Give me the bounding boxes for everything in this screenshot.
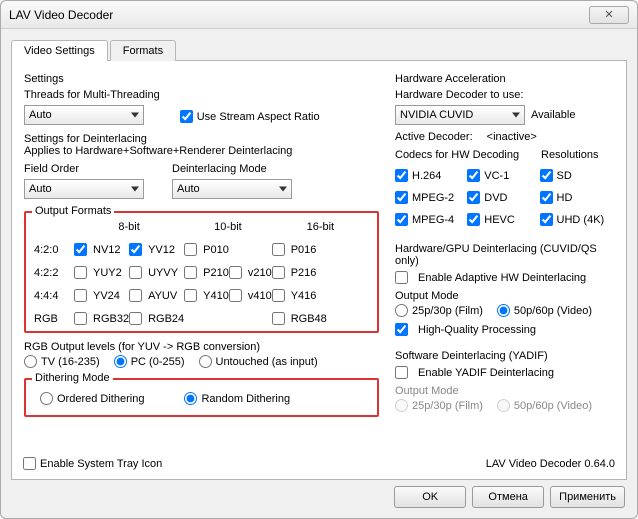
active-decoder-label: Active Decoder:	[395, 131, 473, 143]
codec-dvd[interactable]: DVD	[467, 191, 507, 204]
close-icon: ✕	[604, 8, 613, 21]
deint-mode-label: Deinterlacing Mode	[172, 163, 292, 175]
hw-decoder-label: Hardware Decoder to use:	[395, 89, 614, 101]
dialog-window: LAV Video Decoder ✕ Video Settings Forma…	[0, 0, 638, 519]
output-formats-grid: 8-bit 10-bit 16-bit 4:2:0 NV12 YV12 P010…	[34, 221, 369, 325]
yadif-checkbox[interactable]: Enable YADIF Deinterlacing	[395, 366, 614, 379]
sw-deint-heading: Software Deinterlacing (YADIF)	[395, 350, 614, 362]
of-p216[interactable]: P216	[272, 266, 327, 279]
of-rgb48[interactable]: RGB48	[272, 312, 327, 325]
deint-mode-combo[interactable]: Auto	[172, 179, 292, 199]
of-rgb24[interactable]: RGB24	[129, 312, 184, 325]
codec-vc1[interactable]: VC-1	[467, 169, 509, 182]
titlebar: LAV Video Decoder ✕	[1, 1, 637, 29]
apply-button[interactable]: Применить	[550, 486, 625, 508]
of-v210[interactable]: v210	[229, 266, 272, 279]
threads-combo[interactable]: Auto	[24, 105, 144, 125]
of-y410[interactable]: Y410	[184, 289, 229, 302]
chevron-down-icon	[512, 113, 520, 118]
cancel-button[interactable]: Отмена	[472, 486, 544, 508]
deint-settings-sub: Applies to Hardware+Software+Renderer De…	[24, 145, 379, 157]
of-p016[interactable]: P016	[272, 243, 327, 256]
codecs-heading: Codecs for HW Decoding	[395, 149, 541, 161]
tray-icon-checkbox[interactable]: Enable System Tray Icon	[23, 457, 162, 470]
codec-hevc[interactable]: HEVC	[467, 213, 515, 226]
left-column: Settings Threads for Multi-Threading Aut…	[24, 71, 379, 471]
res-hd[interactable]: HD	[540, 191, 573, 204]
hq-processing-checkbox[interactable]: High-Quality Processing	[395, 323, 614, 336]
res-heading: Resolutions	[541, 149, 614, 161]
client-area: Video Settings Formats Settings Threads …	[1, 29, 637, 486]
of-ayuv[interactable]: AYUV	[129, 289, 184, 302]
of-yv24[interactable]: YV24	[74, 289, 129, 302]
of-yuy2[interactable]: YUY2	[74, 266, 129, 279]
active-decoder-value: <inactive>	[487, 131, 537, 143]
button-bar: OK Отмена Применить	[394, 486, 625, 508]
output-formats-group: Output Formats 8-bit 10-bit 16-bit 4:2:0…	[24, 211, 379, 333]
dithering-group: Dithering Mode Ordered Dithering Random …	[24, 378, 379, 417]
close-button[interactable]: ✕	[589, 6, 629, 24]
of-nv12[interactable]: NV12	[74, 243, 129, 256]
of-rgb32[interactable]: RGB32	[74, 312, 129, 325]
hw-available: Available	[531, 109, 575, 121]
gpu-50p-radio[interactable]: 50p/60p (Video)	[497, 304, 592, 317]
sw-50p-radio: 50p/60p (Video)	[497, 399, 592, 412]
codec-h264[interactable]: H.264	[395, 169, 441, 182]
rgb-tv-radio[interactable]: TV (16-235)	[24, 355, 100, 368]
window-title: LAV Video Decoder	[9, 8, 113, 22]
rgb-pc-radio[interactable]: PC (0-255)	[114, 355, 185, 368]
tab-strip: Video Settings Formats	[11, 39, 627, 60]
output-formats-heading: Output Formats	[32, 205, 114, 217]
rgb-levels-heading: RGB Output levels (for YUV -> RGB conver…	[24, 341, 379, 353]
chevron-down-icon	[131, 113, 139, 118]
dithering-heading: Dithering Mode	[32, 372, 113, 384]
field-order-label: Field Order	[24, 163, 144, 175]
gpu-25p-radio[interactable]: 25p/30p (Film)	[395, 304, 483, 317]
tab-formats[interactable]: Formats	[110, 40, 176, 61]
of-uyvy[interactable]: UYVY	[129, 266, 184, 279]
adaptive-hw-checkbox[interactable]: Enable Adaptive HW Deinterlacing	[395, 271, 614, 284]
field-order-combo[interactable]: Auto	[24, 179, 144, 199]
of-p010[interactable]: P010	[184, 243, 229, 256]
sw-25p-radio: 25p/30p (Film)	[395, 399, 483, 412]
tab-video-settings[interactable]: Video Settings	[11, 40, 108, 61]
version-label: LAV Video Decoder 0.64.0	[486, 458, 615, 470]
of-p210[interactable]: P210	[184, 266, 229, 279]
gpu-deint-heading: Hardware/GPU Deinterlacing (CUVID/QS onl…	[395, 243, 614, 267]
of-yv12[interactable]: YV12	[129, 243, 184, 256]
right-column: Hardware Acceleration Hardware Decoder t…	[395, 71, 614, 471]
of-v410[interactable]: v410	[229, 289, 272, 302]
res-uhd[interactable]: UHD (4K)	[540, 213, 605, 226]
gpu-output-mode-label: Output Mode	[395, 290, 614, 302]
deint-settings-heading: Settings for Deinterlacing	[24, 133, 379, 145]
rgb-untouched-radio[interactable]: Untouched (as input)	[199, 355, 318, 368]
sw-output-mode-label: Output Mode	[395, 385, 614, 397]
of-y416[interactable]: Y416	[272, 289, 327, 302]
tab-page: Settings Threads for Multi-Threading Aut…	[11, 60, 627, 480]
threads-label: Threads for Multi-Threading	[24, 89, 160, 101]
res-sd[interactable]: SD	[540, 169, 572, 182]
dither-random-radio[interactable]: Random Dithering	[184, 392, 290, 405]
hw-heading: Hardware Acceleration	[395, 73, 614, 85]
codec-mpeg4[interactable]: MPEG-4	[395, 213, 454, 226]
dither-ordered-radio[interactable]: Ordered Dithering	[40, 392, 144, 405]
codec-mpeg2[interactable]: MPEG-2	[395, 191, 454, 204]
chevron-down-icon	[279, 187, 287, 192]
settings-heading: Settings	[24, 73, 379, 85]
chevron-down-icon	[131, 187, 139, 192]
ok-button[interactable]: OK	[394, 486, 466, 508]
hw-decoder-combo[interactable]: NVIDIA CUVID	[395, 105, 525, 125]
use-stream-ar-checkbox[interactable]: Use Stream Aspect Ratio	[180, 110, 320, 123]
